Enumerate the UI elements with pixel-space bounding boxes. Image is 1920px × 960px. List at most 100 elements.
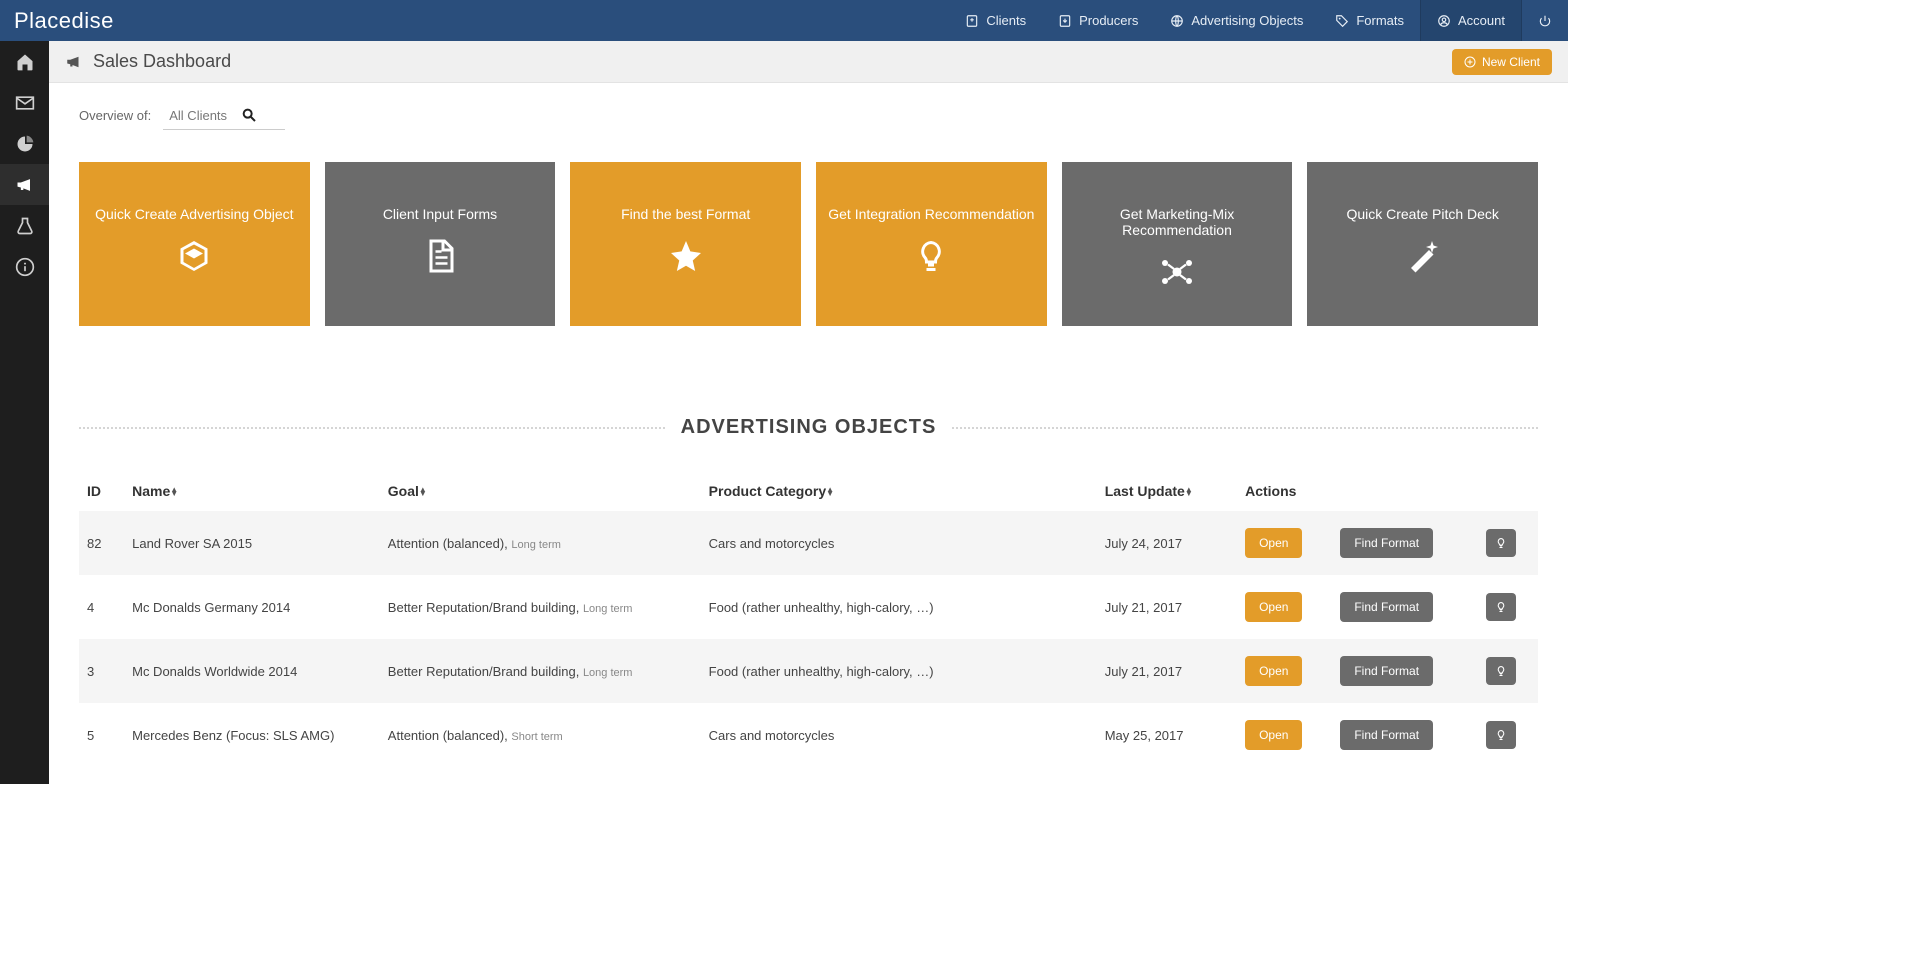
open-button[interactable]: Open bbox=[1245, 528, 1302, 558]
card-marketing-mix[interactable]: Get Marketing-Mix Recommendation bbox=[1062, 162, 1293, 326]
mail-icon bbox=[15, 93, 35, 113]
cell-id: 5 bbox=[79, 703, 124, 767]
page-title: Sales Dashboard bbox=[93, 51, 231, 72]
sidebar-chart[interactable] bbox=[0, 123, 49, 164]
find-format-button[interactable]: Find Format bbox=[1340, 656, 1433, 686]
info-icon bbox=[15, 257, 35, 277]
cell-name: Mc Donalds Germany 2014 bbox=[124, 575, 380, 639]
cell-category: Food (rather unhealthy, high-calory, …) bbox=[701, 575, 1097, 639]
sidebar-megaphone[interactable] bbox=[0, 164, 49, 205]
table-row: 82Land Rover SA 2015Attention (balanced)… bbox=[79, 511, 1538, 575]
col-actions: Actions bbox=[1237, 471, 1538, 511]
open-button[interactable]: Open bbox=[1245, 592, 1302, 622]
col-updated[interactable]: Last Update▲▼ bbox=[1097, 471, 1237, 511]
cell-id: 82 bbox=[79, 511, 124, 575]
cell-name: Land Rover SA 2015 bbox=[124, 511, 380, 575]
nav-power[interactable] bbox=[1521, 0, 1568, 41]
card-label: Client Input Forms bbox=[373, 206, 507, 222]
idea-button[interactable] bbox=[1486, 721, 1516, 749]
card-find-format[interactable]: Find the best Format bbox=[570, 162, 801, 326]
account-icon bbox=[1437, 14, 1451, 28]
star-icon bbox=[668, 238, 704, 274]
nav-clients-label: Clients bbox=[986, 13, 1026, 28]
find-format-button[interactable]: Find Format bbox=[1340, 592, 1433, 622]
nav-producers[interactable]: Producers bbox=[1042, 0, 1154, 41]
card-client-input-forms[interactable]: Client Input Forms bbox=[325, 162, 556, 326]
overview-row: Overview of: All Clients bbox=[79, 101, 1538, 130]
overview-label: Overview of: bbox=[79, 108, 151, 123]
nav-objects-label: Advertising Objects bbox=[1191, 13, 1303, 28]
nav-objects[interactable]: Advertising Objects bbox=[1154, 0, 1319, 41]
network-icon bbox=[1159, 254, 1195, 290]
plus-icon bbox=[1464, 56, 1476, 68]
idea-button[interactable] bbox=[1486, 529, 1516, 557]
col-goal[interactable]: Goal▲▼ bbox=[380, 471, 701, 511]
nav-account[interactable]: Account bbox=[1420, 0, 1521, 41]
page-header: Sales Dashboard New Client bbox=[49, 41, 1568, 83]
new-client-button[interactable]: New Client bbox=[1452, 49, 1552, 75]
table-row: 3Mc Donalds Worldwide 2014Better Reputat… bbox=[79, 639, 1538, 703]
megaphone-icon bbox=[15, 175, 35, 195]
sort-icon: ▲▼ bbox=[170, 488, 178, 496]
wand-icon bbox=[1405, 238, 1441, 274]
cell-goal: Attention (balanced), Short term bbox=[380, 703, 701, 767]
client-filter-value: All Clients bbox=[169, 108, 227, 123]
cell-id: 3 bbox=[79, 639, 124, 703]
sidebar-info[interactable] bbox=[0, 246, 49, 287]
power-icon bbox=[1538, 14, 1552, 28]
col-name[interactable]: Name▲▼ bbox=[124, 471, 380, 511]
lightbulb-icon bbox=[1495, 729, 1507, 741]
card-pitch-deck[interactable]: Quick Create Pitch Deck bbox=[1307, 162, 1538, 326]
idea-button[interactable] bbox=[1486, 657, 1516, 685]
cell-id: 4 bbox=[79, 575, 124, 639]
cell-updated: July 21, 2017 bbox=[1097, 575, 1237, 639]
goal-term: Long term bbox=[583, 667, 633, 679]
cell-name: Mercedes Benz (Focus: SLS AMG) bbox=[124, 703, 380, 767]
flask-icon bbox=[15, 216, 35, 236]
find-format-button[interactable]: Find Format bbox=[1340, 528, 1433, 558]
tag-icon bbox=[1335, 14, 1349, 28]
client-filter-select[interactable]: All Clients bbox=[163, 101, 285, 130]
table-header-row: ID Name▲▼ Goal▲▼ Product Category▲▼ Last… bbox=[79, 471, 1538, 511]
goal-term: Short term bbox=[511, 731, 562, 743]
goal-term: Long term bbox=[583, 603, 633, 615]
objects-table: ID Name▲▼ Goal▲▼ Product Category▲▼ Last… bbox=[79, 471, 1538, 767]
table-row: 4Mc Donalds Germany 2014Better Reputatio… bbox=[79, 575, 1538, 639]
find-format-button[interactable]: Find Format bbox=[1340, 720, 1433, 750]
col-id[interactable]: ID bbox=[79, 471, 124, 511]
nav-clients[interactable]: Clients bbox=[949, 0, 1042, 41]
left-sidebar bbox=[0, 41, 49, 784]
content: Overview of: All Clients Quick Create Ad… bbox=[49, 83, 1568, 784]
action-cards: Quick Create Advertising Object Client I… bbox=[79, 162, 1538, 326]
sidebar-home[interactable] bbox=[0, 41, 49, 82]
card-label: Quick Create Pitch Deck bbox=[1336, 206, 1509, 222]
sidebar-flask[interactable] bbox=[0, 205, 49, 246]
piechart-icon bbox=[15, 134, 35, 154]
cell-goal: Better Reputation/Brand building, Long t… bbox=[380, 639, 701, 703]
main-area: Sales Dashboard New Client Overview of: … bbox=[49, 41, 1568, 784]
idea-button[interactable] bbox=[1486, 593, 1516, 621]
cell-goal: Better Reputation/Brand building, Long t… bbox=[380, 575, 701, 639]
lightbulb-icon bbox=[1495, 537, 1507, 549]
nav-account-label: Account bbox=[1458, 13, 1505, 28]
nav-formats-label: Formats bbox=[1356, 13, 1404, 28]
open-button[interactable]: Open bbox=[1245, 656, 1302, 686]
goal-term: Long term bbox=[511, 539, 561, 551]
brand-logo[interactable]: Placedise bbox=[0, 0, 128, 41]
col-actions-label: Actions bbox=[1245, 483, 1296, 499]
producers-icon bbox=[1058, 14, 1072, 28]
section-divider: ADVERTISING OBJECTS bbox=[79, 416, 1538, 439]
card-label: Get Marketing-Mix Recommendation bbox=[1062, 206, 1293, 238]
card-integration-recommendation[interactable]: Get Integration Recommendation bbox=[816, 162, 1047, 326]
sidebar-mail[interactable] bbox=[0, 82, 49, 123]
cell-category: Cars and motorcycles bbox=[701, 511, 1097, 575]
lightbulb-icon bbox=[1495, 601, 1507, 613]
card-quick-create-object[interactable]: Quick Create Advertising Object bbox=[79, 162, 310, 326]
new-client-label: New Client bbox=[1482, 55, 1540, 69]
open-button[interactable]: Open bbox=[1245, 720, 1302, 750]
section-title: ADVERTISING OBJECTS bbox=[681, 416, 937, 439]
col-category[interactable]: Product Category▲▼ bbox=[701, 471, 1097, 511]
col-name-label: Name bbox=[132, 483, 170, 499]
nav-formats[interactable]: Formats bbox=[1319, 0, 1420, 41]
sort-icon: ▲▼ bbox=[826, 488, 834, 496]
